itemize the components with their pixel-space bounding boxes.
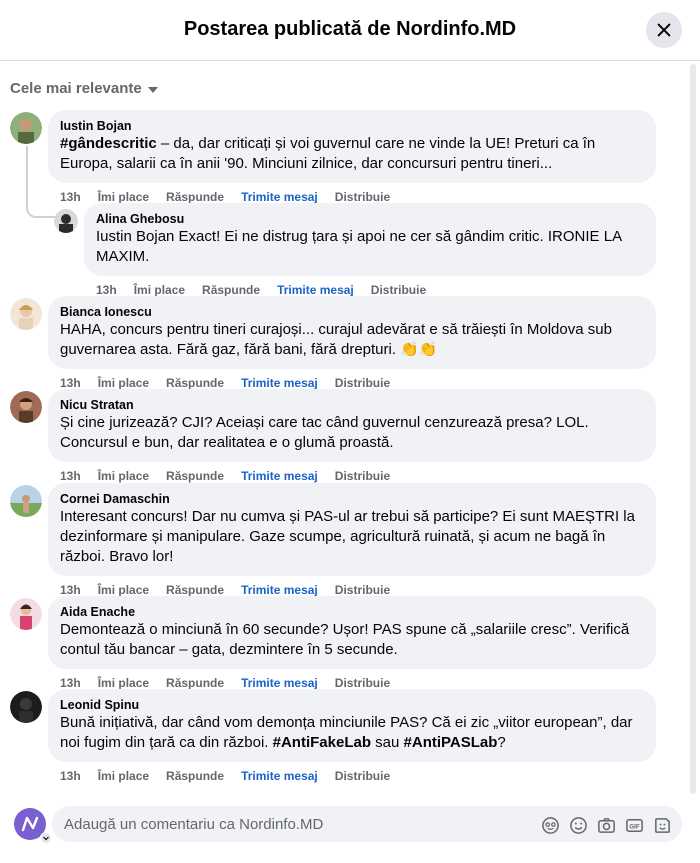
avatar[interactable] xyxy=(10,485,42,517)
dialog-header: Postarea publicată de Nordinfo.MD xyxy=(0,0,700,61)
comment-actions: 13h Îmi place Răspunde Trimite mesaj Dis… xyxy=(60,768,660,784)
chevron-down-icon[interactable] xyxy=(40,832,52,844)
comment-text: Bună inițiativă, dar când vom demonța mi… xyxy=(60,714,637,751)
nordinfo-logo-icon xyxy=(21,816,39,832)
gif-icon[interactable]: GIF xyxy=(625,816,644,835)
comment-author[interactable]: Bianca Ionescu xyxy=(60,304,644,320)
comment-bubble: Nicu Stratan Și cine jurizează? CJI? Ace… xyxy=(48,389,656,462)
comment-author[interactable]: Nicu Stratan xyxy=(60,397,644,413)
comment: Leonid Spinu Bună inițiativă, dar când v… xyxy=(10,689,660,784)
camera-icon[interactable] xyxy=(597,816,616,835)
comment-bubble: Leonid Spinu Bună inițiativă, dar când v… xyxy=(48,689,656,762)
close-button[interactable] xyxy=(646,12,682,48)
comment: Aida Enache Demontează o minciună în 60 … xyxy=(10,596,660,691)
comment-text: Interesant concurs! Dar nu cumva și PAS-… xyxy=(60,508,640,565)
comment-author[interactable]: Iustin Bojan xyxy=(60,118,644,134)
avatar[interactable] xyxy=(10,691,42,723)
like-button[interactable]: Îmi place xyxy=(98,768,149,784)
avatar-sticker-icon[interactable] xyxy=(541,816,560,835)
comment-bubble: Bianca Ionescu HAHA, concurs pentru tine… xyxy=(48,296,656,369)
send-message-button[interactable]: Trimite mesaj xyxy=(241,468,318,484)
avatar[interactable] xyxy=(10,598,42,630)
sticker-icon[interactable] xyxy=(653,816,672,835)
comment-input-placeholder: Adaugă un comentariu ca Nordinfo.MD xyxy=(64,815,324,833)
svg-text:GIF: GIF xyxy=(629,823,639,830)
comment-author[interactable]: Aida Enache xyxy=(60,604,644,620)
comment-text: Și cine jurizează? CJI? Aceiași care tac… xyxy=(60,414,593,451)
hashtag-link[interactable]: #AntiFakeLab xyxy=(273,734,371,751)
comment-text: Demontează o minciună în 60 secunde? Ușo… xyxy=(60,621,634,658)
comment-bubble: Aida Enache Demontează o minciună în 60 … xyxy=(48,596,656,669)
composer-toolbar: GIF xyxy=(541,816,672,835)
like-button[interactable]: Îmi place xyxy=(98,468,149,484)
emoji-icon[interactable] xyxy=(569,816,588,835)
comment-text: #gândescritic – da, dar criticați și voi… xyxy=(60,135,600,172)
avatar[interactable] xyxy=(54,209,78,233)
comment: Cornei Damaschin Interesant concurs! Dar… xyxy=(10,483,660,598)
avatar[interactable] xyxy=(10,298,42,330)
sort-dropdown[interactable]: Cele mai relevante xyxy=(10,80,158,97)
share-button[interactable]: Distribuie xyxy=(335,468,390,484)
reply-button[interactable]: Răspunde xyxy=(166,768,224,784)
scrollbar-thumb[interactable] xyxy=(690,64,696,794)
close-icon xyxy=(657,23,671,37)
comment-text: Iustin Bojan Exact! Ei ne distrug țara ș… xyxy=(96,228,626,265)
sort-label: Cele mai relevante xyxy=(10,80,142,97)
avatar[interactable] xyxy=(10,112,42,144)
comment-bubble: Iustin Bojan #gândescritic – da, dar cri… xyxy=(48,110,656,183)
share-button[interactable]: Distribuie xyxy=(335,768,390,784)
comment-author[interactable]: Cornei Damaschin xyxy=(60,491,644,507)
page-avatar[interactable] xyxy=(14,808,52,844)
send-message-button[interactable]: Trimite mesaj xyxy=(241,768,318,784)
comment-bubble: Cornei Damaschin Interesant concurs! Dar… xyxy=(48,483,656,576)
avatar[interactable] xyxy=(10,391,42,423)
comment: Bianca Ionescu HAHA, concurs pentru tine… xyxy=(10,296,660,391)
comment: Nicu Stratan Și cine jurizează? CJI? Ace… xyxy=(10,389,660,484)
hashtag-link[interactable]: #gândescritic xyxy=(60,135,157,152)
comment-composer: Adaugă un comentariu ca Nordinfo.MD GIF xyxy=(0,800,700,863)
dialog-title: Postarea publicată de Nordinfo.MD xyxy=(183,18,517,40)
hashtag-link[interactable]: #AntiPASLab xyxy=(404,734,498,751)
comment: Iustin Bojan #gândescritic – da, dar cri… xyxy=(10,110,660,205)
comment-bubble: Alina Ghebosu Iustin Bojan Exact! Ei ne … xyxy=(84,203,656,276)
comment-timestamp[interactable]: 13h xyxy=(60,468,81,484)
scrollbar[interactable] xyxy=(690,64,696,794)
caret-down-icon xyxy=(147,86,158,93)
comment-actions: 13h Îmi place Răspunde Trimite mesaj Dis… xyxy=(60,468,660,484)
reply-button[interactable]: Răspunde xyxy=(166,468,224,484)
comment-reply: Alina Ghebosu Iustin Bojan Exact! Ei ne … xyxy=(54,203,660,298)
comment-author[interactable]: Alina Ghebosu xyxy=(96,211,644,227)
comment-text: HAHA, concurs pentru tineri curajoși... … xyxy=(60,321,617,358)
comment-timestamp[interactable]: 13h xyxy=(60,768,81,784)
comment-author[interactable]: Leonid Spinu xyxy=(60,697,644,713)
